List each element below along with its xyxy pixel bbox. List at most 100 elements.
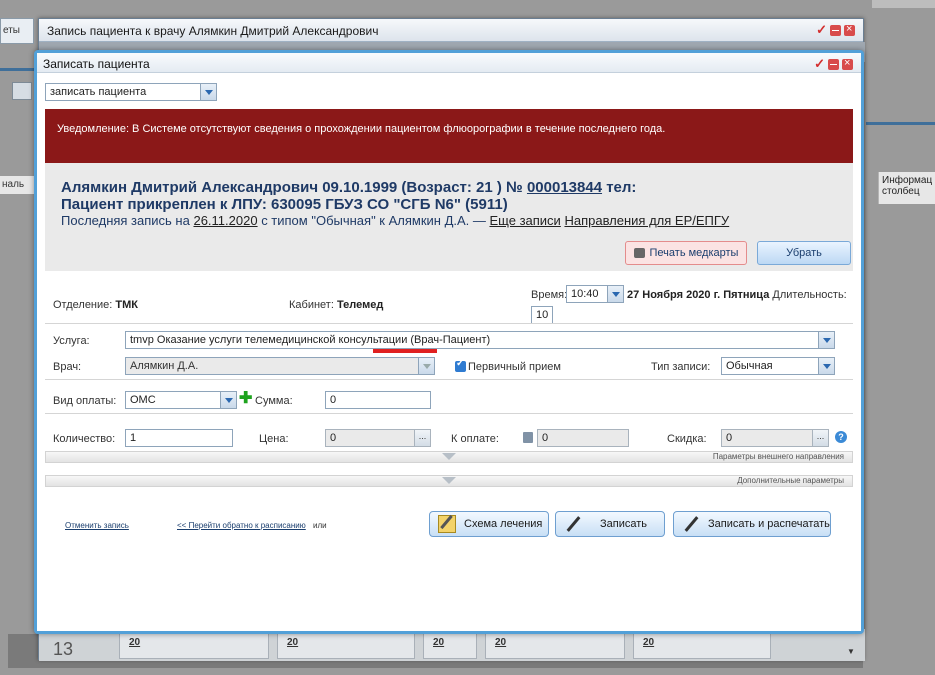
help-icon[interactable]: ? — [835, 431, 847, 443]
cancel-record-link[interactable]: Отменить запись — [65, 521, 129, 530]
printer-icon — [634, 248, 645, 258]
confirm-icon[interactable]: ✓ — [816, 23, 827, 36]
discount-value: 0 — [726, 432, 733, 444]
more-records-link[interactable]: Еще записи — [490, 213, 561, 228]
confirm-icon[interactable]: ✓ — [814, 57, 825, 70]
chevron-down-icon[interactable] — [818, 332, 834, 348]
duration-input[interactable]: 10 — [531, 306, 553, 324]
patient-header: Алямкин Дмитрий Александрович 09.10.1999… — [61, 179, 636, 213]
schedule-day-number: 13 — [53, 639, 74, 659]
chevron-down-icon[interactable] — [607, 286, 623, 302]
time-select[interactable]: 10:40 — [566, 285, 624, 303]
doctor-label: Врач: — [53, 361, 82, 373]
fluorography-notice: Уведомление: В Системе отсутствуют сведе… — [45, 109, 853, 163]
sum-input[interactable]: 0 — [325, 391, 431, 409]
record-button[interactable]: Записать — [555, 511, 665, 537]
chevron-down-icon[interactable] — [200, 84, 216, 100]
service-value: tmvp Оказание услуги телемедицинской кон… — [130, 334, 491, 346]
calculator-icon[interactable] — [523, 432, 533, 443]
schedule-cell[interactable] — [119, 633, 269, 659]
outer-window-title: Запись пациента к врачу Алямкин Дмитрий … — [47, 24, 379, 38]
last-record-line: Последняя запись на 26.11.2020 с типом "… — [61, 213, 729, 228]
card-number-link[interactable]: 000013844 — [527, 179, 602, 196]
additional-params-toggle[interactable]: Дополнительные параметры — [45, 475, 853, 487]
discount-input[interactable]: 0 ... — [721, 429, 829, 447]
service-label: Услуга: — [53, 335, 90, 347]
service-select[interactable]: tmvp Оказание услуги телемедицинской кон… — [125, 331, 835, 349]
cabinet-value: Телемед — [336, 299, 384, 311]
bg-right-column-header: Информац столбец — [878, 172, 935, 204]
minimize-icon[interactable] — [828, 58, 839, 70]
record-patient-dialog: Записать пациента ✓ записать пациента Ув… — [34, 50, 864, 634]
print-card-button[interactable]: Печать медкарты — [625, 241, 747, 265]
to-pay-input[interactable]: 0 — [537, 429, 629, 447]
doctor-value: Алямкин Д.А. — [130, 360, 199, 372]
price-input[interactable]: 0 ... — [325, 429, 431, 447]
treatment-scheme-button[interactable]: Схема лечения — [429, 511, 549, 537]
remove-button[interactable]: Убрать — [757, 241, 851, 265]
primary-visit-checkbox[interactable] — [455, 358, 466, 372]
payment-type-label: Вид оплаты: — [53, 395, 117, 407]
pen-icon — [564, 515, 582, 533]
schedule-slot-number[interactable]: 20 — [495, 637, 506, 648]
quantity-input[interactable]: 1 — [125, 429, 233, 447]
last-record-middle: с типом "Обычная" к Алямкин Д.А. — — [257, 213, 490, 228]
divider — [45, 379, 853, 380]
department-field: Отделение: ТМК — [53, 299, 139, 311]
bg-right-strip — [872, 0, 935, 8]
pen-icon — [682, 515, 700, 533]
bg-left-button[interactable] — [12, 82, 32, 100]
red-underline-mark — [373, 349, 437, 353]
schedule-cell[interactable] — [423, 633, 477, 659]
back-to-schedule-link[interactable]: << Перейти обратно к расписанию — [177, 521, 306, 530]
dialog-body: записать пациента Уведомление: В Системе… — [37, 73, 861, 631]
schedule-slot-number[interactable]: 20 — [643, 637, 654, 648]
chevron-down-icon[interactable] — [418, 358, 434, 374]
schedule-slot-number[interactable]: 20 — [433, 637, 444, 648]
external-referral-params-label: Параметры внешнего направления — [712, 452, 844, 461]
record-and-print-label: Записать и распечатать — [708, 518, 830, 530]
chevron-down-icon[interactable] — [818, 358, 834, 374]
chevron-down-icon — [442, 453, 456, 460]
to-pay-label: К оплате: — [451, 433, 499, 445]
department-value: ТМК — [115, 299, 139, 311]
bg-stripe-right — [866, 122, 935, 125]
divider — [45, 413, 853, 414]
treatment-scheme-label: Схема лечения — [464, 518, 543, 530]
date-duration: 27 Ноября 2020 г. Пятница Длительность: — [627, 289, 847, 301]
print-card-label: Печать медкарты — [649, 247, 739, 259]
quantity-label: Количество: — [53, 433, 116, 445]
add-icon[interactable]: ✚ — [239, 391, 252, 407]
schedule-slot-number[interactable]: 20 — [287, 637, 298, 648]
record-and-print-button[interactable]: Записать и распечатать — [673, 511, 831, 537]
scroll-down-icon[interactable]: ▼ — [847, 647, 855, 656]
payment-type-select[interactable]: ОМС — [125, 391, 237, 409]
primary-visit-label: Первичный прием — [468, 361, 561, 373]
price-picker-button[interactable]: ... — [414, 430, 430, 446]
price-value: 0 — [330, 432, 337, 444]
record-type-value: Обычная — [726, 360, 773, 372]
last-record-date-link[interactable]: 26.11.2020 — [193, 213, 257, 228]
minimize-icon[interactable] — [830, 24, 841, 36]
schedule-slot-number[interactable]: 20 — [129, 637, 140, 648]
discount-picker-button[interactable]: ... — [812, 430, 828, 446]
time-label: Время: — [531, 289, 568, 301]
or-text: или — [313, 521, 327, 530]
external-referral-params-toggle[interactable]: Параметры внешнего направления — [45, 451, 853, 463]
record-label: Записать — [600, 518, 648, 530]
payment-type-value: ОМС — [130, 394, 156, 406]
bg-left-tab[interactable]: еты — [0, 18, 34, 44]
record-type-select[interactable]: Обычная — [721, 357, 835, 375]
scheme-icon — [438, 515, 456, 533]
close-icon[interactable] — [842, 57, 853, 70]
chevron-down-icon — [442, 477, 456, 484]
date-text: 27 Ноября 2020 г. Пятница — [627, 289, 770, 301]
discount-label: Скидка: — [667, 433, 707, 445]
referrals-link[interactable]: Направления для ЕР/ЕПГУ — [564, 213, 729, 228]
doctor-select[interactable]: Алямкин Д.А. — [125, 357, 435, 375]
bg-left-column-label: наль — [0, 176, 34, 194]
phone-label: тел: — [602, 179, 637, 196]
close-icon[interactable] — [844, 23, 855, 36]
chevron-down-icon[interactable] — [220, 392, 236, 408]
action-select[interactable]: записать пациента — [45, 83, 217, 101]
